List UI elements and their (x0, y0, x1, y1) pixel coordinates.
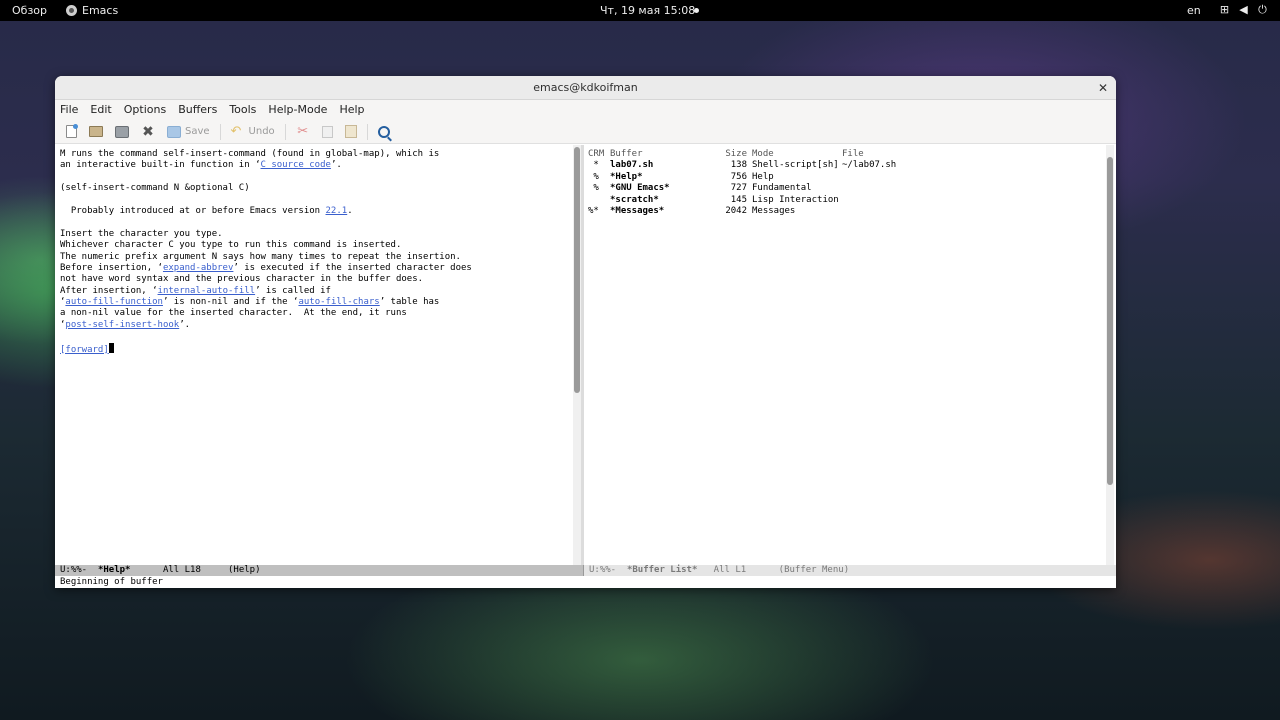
buffer-list: CRM Buffer Size Mode File * lab07.sh 138… (588, 149, 896, 217)
toolbar-separator (366, 123, 368, 140)
mode-line-buffer-name: *Buffer List* (626, 565, 698, 575)
undo-label: Undo (248, 126, 275, 137)
buffer-row[interactable]: % *GNU Emacs* 727 Fundamental (588, 183, 896, 194)
menu-bar: File Edit Options Buffers Tools Help-Mod… (55, 100, 1116, 120)
buffer-list-pane[interactable]: CRM Buffer Size Mode File * lab07.sh 138… (584, 145, 1105, 565)
post-self-insert-hook-link[interactable]: post-self-insert-hook (65, 320, 179, 330)
help-scrollbar[interactable] (573, 145, 581, 565)
help-line: The numeric prefix argument N says how m… (60, 251, 461, 262)
internal-auto-fill-link[interactable]: internal-auto-fill (158, 286, 256, 296)
window-titlebar[interactable]: emacs@kdkoifman ✕ (55, 76, 1116, 100)
auto-fill-chars-link[interactable]: auto-fill-chars (298, 297, 379, 307)
close-icon[interactable]: ✕ (1098, 76, 1108, 100)
help-line: M runs the command self-insert-command (… (60, 149, 440, 159)
save-icon (167, 125, 181, 138)
emacs-app-icon (66, 5, 77, 16)
undo-icon: ↶ (230, 123, 242, 139)
system-menu[interactable]: ⊞ ◀ ⏻ (1218, 3, 1269, 17)
kill-buffer-button[interactable]: ✖ (135, 120, 161, 144)
menu-help[interactable]: Help (333, 100, 370, 120)
menu-options[interactable]: Options (118, 100, 172, 120)
help-line: Before insertion, ‘expand-abbrev’ is exe… (60, 262, 472, 273)
new-file-button[interactable] (55, 120, 83, 144)
clipboard-icon (344, 125, 357, 138)
save-label: Save (185, 126, 210, 137)
menu-help-mode[interactable]: Help-Mode (262, 100, 333, 120)
help-mode-line[interactable]: U:%%- *Help* All L18 (Help) (55, 565, 583, 576)
buffer-row[interactable]: % *Help* 756 Help (588, 172, 896, 183)
buffer-list-scrollbar-thumb[interactable] (1107, 157, 1113, 485)
expand-abbrev-link[interactable]: expand-abbrev (163, 263, 233, 273)
disk-icon (115, 125, 129, 138)
paste-button[interactable] (339, 120, 363, 144)
help-line: Insert the character you type. (60, 228, 223, 239)
menu-tools[interactable]: Tools (223, 100, 262, 120)
buffer-list-header: CRM Buffer Size Mode File (588, 149, 864, 159)
c-source-code-link[interactable]: C source code (260, 160, 330, 170)
mode-line-buffer-name: *Help* (97, 565, 131, 575)
buffer-row[interactable]: *scratch* 145 Lisp Interaction (588, 195, 896, 206)
top-bar: Обзор Emacs Чт, 19 мая 15:08 en ⊞ ◀ ⏻ (0, 0, 1280, 21)
window-title: emacs@kdkoifman (533, 81, 638, 94)
power-icon: ⏻ (1258, 3, 1267, 16)
folder-icon (89, 126, 103, 137)
save-button[interactable]: Save (161, 120, 216, 144)
search-button[interactable] (372, 120, 396, 144)
forward-button[interactable]: [forward] (60, 345, 109, 355)
help-line: After insertion, ‘internal-auto-fill’ is… (60, 285, 331, 296)
buffer-row[interactable]: * lab07.sh 138 Shell-script[sh] ~/lab07.… (588, 160, 896, 171)
text-cursor (108, 342, 114, 353)
cut-button[interactable]: ✂ (290, 120, 316, 144)
menu-buffers[interactable]: Buffers (172, 100, 223, 120)
search-icon (377, 125, 390, 138)
copy-button[interactable] (316, 120, 339, 144)
scissors-icon: ✂ (297, 123, 309, 139)
clock[interactable]: Чт, 19 мая 15:08 (600, 4, 695, 17)
minibuffer[interactable]: Beginning of buffer (55, 576, 1116, 588)
help-line: Probably introduced at or before Emacs v… (60, 205, 353, 216)
keyboard-layout-indicator[interactable]: en (1187, 4, 1201, 17)
buffer-list-scrollbar[interactable] (1106, 145, 1114, 565)
dired-button[interactable] (109, 120, 135, 144)
auto-fill-function-link[interactable]: auto-fill-function (65, 297, 163, 307)
open-file-button[interactable] (83, 120, 109, 144)
version-link[interactable]: 22.1 (326, 206, 348, 216)
emacs-window: emacs@kdkoifman ✕ File Edit Options Buff… (55, 76, 1116, 588)
toolbar-separator (219, 123, 221, 140)
new-file-icon (66, 124, 78, 138)
help-buffer-pane[interactable]: M runs the command self-insert-command (… (55, 145, 573, 565)
copy-icon (321, 125, 333, 138)
help-line: a non-nil value for the inserted charact… (60, 308, 407, 319)
help-line: not have word syntax and the previous ch… (60, 274, 424, 285)
toolbar: ✖ Save ↶ Undo ✂ (55, 120, 1116, 144)
help-line: an interactive built-in function in ‘C s… (60, 160, 342, 171)
buffer-row[interactable]: %* *Messages* 2042 Messages (588, 206, 896, 217)
volume-icon: ◀ (1239, 3, 1248, 16)
app-menu-button[interactable]: Emacs (66, 4, 118, 17)
activities-button[interactable]: Обзор (12, 4, 47, 17)
help-line: Whichever character C you type to run th… (60, 240, 402, 251)
toolbar-separator (284, 123, 286, 140)
help-text: M runs the command self-insert-command (… (60, 149, 472, 355)
buffer-list-mode-line[interactable]: U:%%- *Buffer List* All L1 (Buffer Menu) (583, 565, 1116, 576)
network-icon: ⊞ (1219, 3, 1230, 16)
menu-edit[interactable]: Edit (84, 100, 117, 120)
help-line: ‘auto-fill-function’ is non-nil and if t… (60, 297, 440, 308)
undo-button[interactable]: ↶ Undo (225, 120, 281, 144)
function-signature: (self-insert-command N &optional C) (60, 183, 250, 194)
help-line: ‘post-self-insert-hook’. (60, 319, 191, 330)
notification-dot-icon (694, 8, 699, 13)
menu-file[interactable]: File (55, 100, 84, 120)
help-scrollbar-thumb[interactable] (574, 147, 580, 393)
app-name: Emacs (82, 4, 119, 17)
close-icon: ✖ (142, 123, 154, 140)
